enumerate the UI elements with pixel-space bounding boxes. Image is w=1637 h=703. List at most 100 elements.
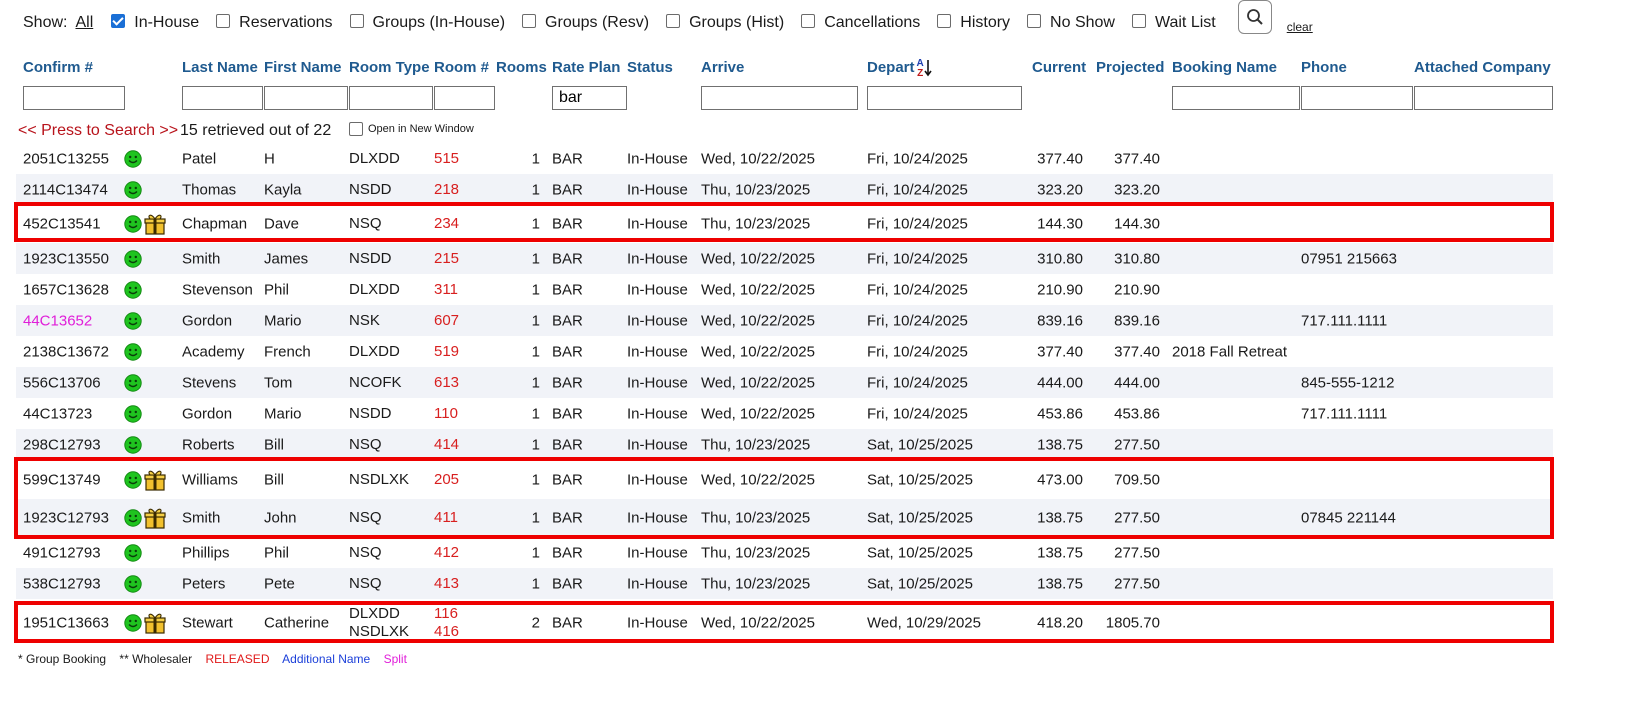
room-type: NSDD	[349, 181, 392, 199]
confirm-number[interactable]: 1657C13628	[23, 281, 109, 298]
col-room-type[interactable]: Room Type	[349, 59, 430, 76]
table-row[interactable]: 556C13706 Stevens Tom NCOFK 613 1 BAR In-House W…	[16, 367, 1553, 398]
filter-option-reservations[interactable]: Reservations	[216, 14, 333, 32]
filter-checkbox[interactable]	[801, 14, 816, 28]
guest-smiley-icon	[124, 404, 142, 423]
room-number: 411	[434, 509, 458, 527]
filter-checkbox[interactable]	[522, 14, 537, 28]
col-room-number[interactable]: Room #	[434, 59, 489, 76]
table-row[interactable]: 538C12793 Peters Pete NSQ 413 1 BAR In-House Thu…	[16, 568, 1553, 599]
last-name: Thomas	[182, 181, 237, 198]
filter-room-type-input[interactable]	[349, 86, 433, 110]
filter-rate-plan-input[interactable]	[552, 86, 627, 110]
filter-option-history[interactable]: History	[937, 14, 1010, 32]
search-button[interactable]	[1237, 0, 1272, 34]
filter-checkbox[interactable]	[1027, 14, 1042, 28]
filter-checkbox[interactable]	[937, 14, 952, 28]
confirm-number[interactable]: 44C13652	[23, 312, 92, 329]
confirm-number[interactable]: 538C12793	[23, 575, 101, 592]
room-number-value: 218	[434, 180, 460, 198]
filter-attached-company-input[interactable]	[1414, 86, 1553, 110]
last-name: Smith	[182, 250, 221, 267]
status: In-House	[627, 471, 688, 488]
confirm-number[interactable]: 491C12793	[23, 544, 101, 561]
table-row[interactable]: 298C12793 Roberts Bill NSQ 414 1 BAR In-House Th…	[16, 429, 1553, 460]
filter-first-name-input[interactable]	[264, 86, 348, 110]
col-rooms[interactable]: Rooms	[496, 59, 547, 76]
search-icon	[1246, 9, 1263, 25]
confirm-number[interactable]: 2051C13255	[23, 150, 109, 167]
press-to-search-link[interactable]: << Press to Search >>	[18, 122, 178, 140]
filter-option-cancellations[interactable]: Cancellations	[801, 14, 920, 32]
col-status[interactable]: Status	[627, 59, 673, 76]
col-phone[interactable]: Phone	[1301, 59, 1347, 76]
table-row[interactable]: 44C13723 Gordon Mario NSDD 110 1 BAR In-House We…	[16, 398, 1553, 429]
booking-name: 2018 Fall Retreat	[1172, 343, 1288, 360]
guest-smiley-icon	[124, 509, 142, 527]
current-amount: 473.00	[1037, 471, 1083, 488]
col-last-name[interactable]: Last Name	[182, 59, 258, 76]
table-row[interactable]: 2114C13474 Thomas Kayla NSDD 218 1 BAR In-House…	[16, 174, 1553, 205]
depart-date: Fri, 10/24/2025	[867, 150, 968, 167]
rate-plan: BAR	[552, 509, 583, 527]
col-confirm[interactable]: Confirm #	[23, 59, 93, 76]
filter-arrive-input[interactable]	[701, 86, 858, 110]
filter-depart-input[interactable]	[867, 86, 1022, 110]
table-row[interactable]: 1951C13663 Stewart Catherine DLXDD NSDLXK 116…	[16, 599, 1553, 647]
sort-desc-icon[interactable]: AZ	[917, 59, 932, 79]
filter-option-groups-in-house[interactable]: Groups (In-House)	[349, 14, 505, 32]
filter-checkbox[interactable]	[216, 14, 231, 28]
table-row[interactable]: 2051C13255 Patel H DLXDD 515 1 BAR In-House Wed,…	[16, 143, 1553, 174]
filter-room-number-input[interactable]	[434, 86, 495, 110]
col-projected[interactable]: Projected	[1096, 59, 1164, 76]
confirm-number[interactable]: 2138C13672	[23, 343, 109, 360]
confirm-number[interactable]: 599C13749	[23, 471, 101, 488]
confirm-number[interactable]: 44C13723	[23, 405, 92, 422]
col-current[interactable]: Current	[1032, 59, 1086, 76]
filter-option-wait-list[interactable]: Wait List	[1131, 14, 1216, 32]
status: In-House	[627, 509, 688, 527]
col-arrive[interactable]: Arrive	[701, 59, 744, 76]
arrive-date: Wed, 10/22/2025	[701, 281, 815, 298]
filter-option-groups-hist[interactable]: Groups (Hist)	[666, 14, 784, 32]
confirm-number[interactable]: 1951C13663	[23, 615, 109, 632]
confirm-number[interactable]: 1923C12793	[23, 510, 109, 527]
open-new-window-option[interactable]: Open in New Window	[349, 122, 474, 136]
clear-link[interactable]: clear	[1287, 20, 1313, 34]
confirm-number[interactable]: 298C12793	[23, 436, 101, 453]
filter-checkbox[interactable]	[1131, 14, 1146, 28]
show-all-link[interactable]: All	[75, 14, 93, 32]
rate-plan: BAR	[552, 150, 583, 167]
table-row[interactable]: 491C12793 Phillips Phil NSQ 412 1 BAR In-House T…	[16, 537, 1553, 568]
rooms-count: 2	[531, 614, 540, 632]
table-row[interactable]: 1923C12793 Smith John NSQ 411 1 BAR In-House Thu…	[16, 499, 1553, 537]
filter-checkbox[interactable]	[666, 14, 681, 28]
table-row[interactable]: 2138C13672 Academy French DLXDD 519 1 BAR In-Ho…	[16, 336, 1553, 367]
filter-option-in-house[interactable]: In-House	[111, 14, 199, 32]
col-booking-name[interactable]: Booking Name	[1172, 59, 1277, 76]
table-row[interactable]: 452C13541 Chapman Dave NSQ 234 1 BAR In-House Th…	[16, 205, 1553, 243]
filter-booking-name-input[interactable]	[1172, 86, 1300, 110]
filter-checkbox[interactable]	[349, 14, 364, 28]
table-row[interactable]: 1657C13628 Stevenson Phil DLXDD 311 1 BAR In-Ho…	[16, 274, 1553, 305]
filter-option-no-show[interactable]: No Show	[1027, 14, 1115, 32]
confirm-number[interactable]: 1923C13550	[23, 250, 109, 267]
filter-option-groups-resv[interactable]: Groups (Resv)	[522, 14, 649, 32]
table-row[interactable]: 44C13652 Gordon Mario NSK 607 1 BAR In-House Wed…	[16, 305, 1553, 336]
filter-phone-input[interactable]	[1301, 86, 1413, 110]
col-rate-plan[interactable]: Rate Plan	[552, 59, 620, 76]
open-new-window-checkbox[interactable]	[349, 122, 363, 136]
rate-plan: BAR	[552, 405, 583, 422]
guest-smiley-icon	[124, 180, 142, 199]
filter-checkbox[interactable]	[111, 14, 126, 28]
col-first-name[interactable]: First Name	[264, 59, 342, 76]
confirm-number[interactable]: 2114C13474	[23, 181, 108, 198]
table-row[interactable]: 599C13749 Williams Bill NSDLXK 205 1 BAR In-Hou…	[16, 460, 1553, 499]
col-attached-company[interactable]: Attached Company	[1414, 59, 1551, 76]
filter-last-name-input[interactable]	[182, 86, 263, 110]
confirm-number[interactable]: 556C13706	[23, 374, 101, 391]
filter-confirm-input[interactable]	[23, 86, 125, 110]
confirm-number[interactable]: 452C13541	[23, 216, 101, 233]
col-depart[interactable]: Depart	[867, 59, 915, 76]
table-row[interactable]: 1923C13550 Smith James NSDD 215 1 BAR In-House W…	[16, 243, 1553, 274]
